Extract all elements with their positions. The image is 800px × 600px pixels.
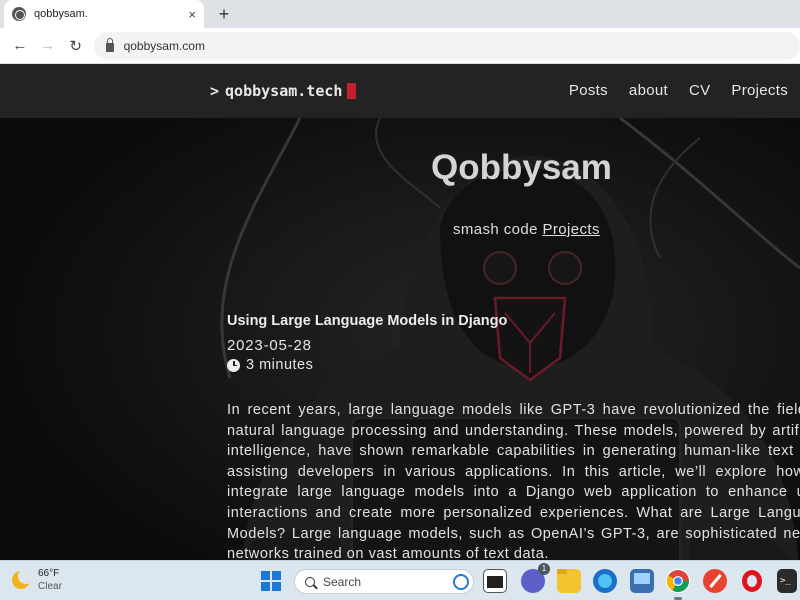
weather-widget[interactable]: 66°F Clear: [12, 567, 62, 593]
menu-item-about[interactable]: about: [629, 82, 668, 99]
tab-close-button[interactable]: ×: [188, 7, 196, 22]
bing-icon[interactable]: [453, 573, 469, 590]
browser-tab[interactable]: qobbysam. ×: [4, 0, 204, 28]
address-url: qobbysam.com: [123, 38, 205, 53]
windows-start-icon[interactable]: [261, 571, 281, 591]
new-tab-button[interactable]: +: [214, 4, 234, 24]
site-title: Qobbysam: [431, 148, 612, 187]
edge-browser-icon[interactable]: [593, 569, 617, 593]
site-header: > qobbysam.tech Posts about CV Projects: [0, 64, 800, 118]
pen-app-icon[interactable]: [703, 569, 727, 593]
chrome-logo-icon: [667, 570, 689, 592]
post-excerpt: In recent years, large language models l…: [227, 402, 800, 560]
search-label: Search: [323, 574, 362, 589]
taskbar: 66°F Clear Search 1 >_: [0, 560, 800, 600]
remote-desktop-icon[interactable]: [630, 569, 654, 593]
menu-item-cv[interactable]: CV: [689, 82, 710, 99]
search-icon: [305, 576, 315, 587]
opera-icon[interactable]: [740, 569, 764, 593]
terminal-cursor-icon: [347, 83, 357, 99]
reading-time-label: 3 minutes: [246, 357, 314, 373]
terminal-icon[interactable]: >_: [777, 569, 797, 593]
moon-icon: [12, 571, 30, 589]
site-menu: Posts about CV Projects: [569, 82, 788, 99]
subtitle-text: smash code: [453, 221, 538, 238]
site-subtitle: smash code Projects: [453, 221, 600, 238]
address-bar[interactable]: qobbysam.com: [93, 31, 800, 60]
menu-item-posts[interactable]: Posts: [569, 82, 608, 99]
weather-temp: 66°F: [38, 568, 60, 579]
post-reading-time: 3 minutes: [227, 357, 313, 373]
menu-item-projects[interactable]: Projects: [731, 82, 788, 99]
back-button[interactable]: ←: [6, 32, 34, 60]
globe-icon: [12, 7, 26, 21]
reload-button[interactable]: ↻: [62, 32, 90, 60]
subtitle-projects-link[interactable]: Projects: [542, 221, 599, 238]
weather-text: 66°F Clear: [38, 567, 62, 593]
browser-toolbar: ← → ↻ qobbysam.com: [0, 28, 800, 64]
logo-text: qobbysam.tech: [225, 82, 343, 100]
taskbar-search[interactable]: Search: [294, 569, 474, 594]
tab-title: qobbysam.: [34, 8, 88, 20]
post-title-link[interactable]: Using Large Language Models in Django: [227, 313, 507, 329]
task-view-icon[interactable]: [483, 569, 507, 593]
clock-icon: [227, 358, 240, 372]
forward-button[interactable]: →: [34, 32, 62, 60]
weather-condition: Clear: [38, 581, 62, 592]
chrome-icon[interactable]: [666, 569, 690, 600]
teams-chat-icon[interactable]: 1: [521, 563, 550, 593]
browser-tabstrip: qobbysam. × +: [0, 0, 800, 28]
logo-caret: >: [210, 82, 220, 100]
webpage: > qobbysam.tech Posts about CV Projects …: [0, 64, 800, 560]
file-explorer-icon[interactable]: [557, 569, 581, 593]
teams-badge: 1: [538, 563, 550, 575]
site-logo[interactable]: > qobbysam.tech: [210, 82, 357, 100]
lock-icon[interactable]: [105, 37, 114, 52]
post-date: 2023-05-28: [227, 337, 312, 354]
